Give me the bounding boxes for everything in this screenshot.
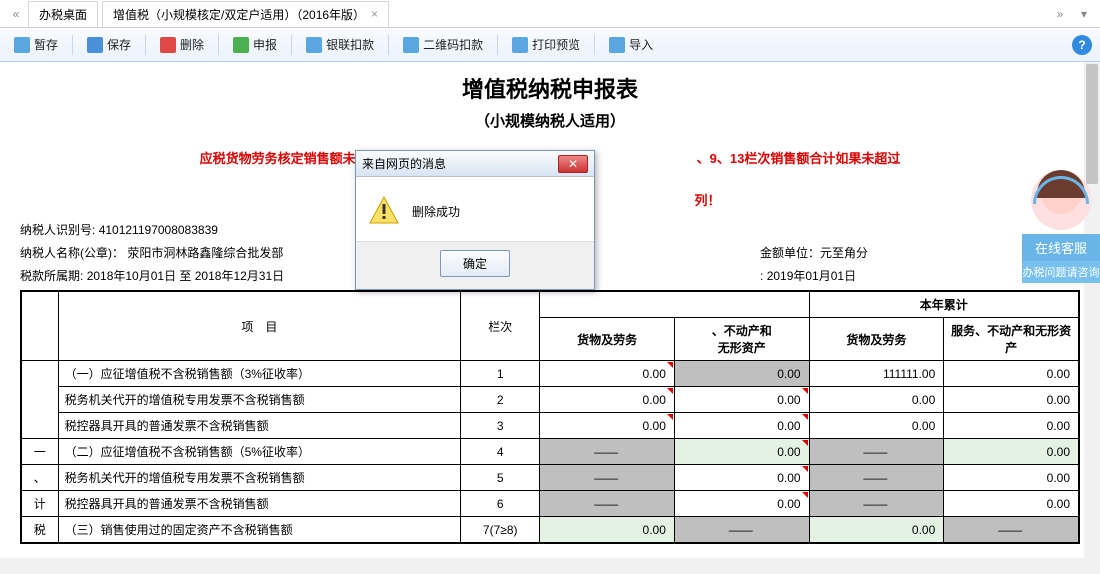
dialog-ok-button[interactable]: 确定 xyxy=(440,250,510,277)
dialog-footer: 确定 xyxy=(356,241,594,289)
dialog-title: 来自网页的消息 xyxy=(362,155,446,172)
delete-success-dialog: 来自网页的消息 ✕ 删除成功 确定 xyxy=(355,150,595,290)
dialog-close-button[interactable]: ✕ xyxy=(558,155,588,173)
dialog-overlay: 来自网页的消息 ✕ 删除成功 确定 xyxy=(0,0,1100,574)
warning-icon xyxy=(368,195,400,227)
dialog-message: 删除成功 xyxy=(412,203,460,220)
dialog-header[interactable]: 来自网页的消息 ✕ xyxy=(356,151,594,177)
dialog-body: 删除成功 xyxy=(356,177,594,241)
